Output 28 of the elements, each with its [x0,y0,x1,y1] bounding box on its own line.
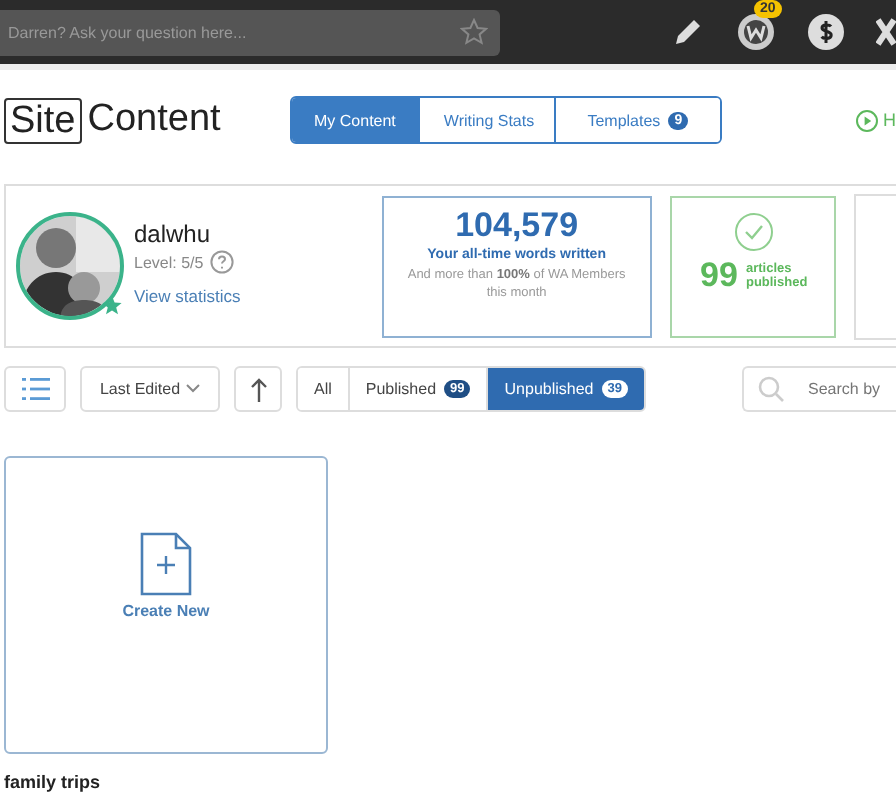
logo-text: Site [4,97,82,143]
dollar-icon[interactable] [808,14,844,50]
document-plus-icon [140,532,192,596]
w-logo-icon[interactable] [736,12,776,52]
caret-icon [186,384,201,394]
list-view-button[interactable] [4,366,66,412]
list-icon [21,378,49,400]
statistics-link[interactable]: View statistics [134,286,241,306]
play-icon [855,109,877,131]
sort-dropdown[interactable]: Last Edited [80,366,220,412]
create-new-card[interactable]: Create New [4,456,328,754]
search-field[interactable]: Darren? Ask your question here... [0,9,500,55]
close-icon[interactable] [876,14,896,50]
logo-text: Content [87,98,221,142]
star-icon [102,296,122,316]
check-icon [733,211,774,251]
star-icon[interactable] [460,17,488,45]
tab[interactable]: My Content [292,98,418,142]
search-field[interactable]: Search by [742,366,896,412]
section-title: family trips [4,772,103,792]
words-count: 104,579 [453,205,581,245]
help-icon[interactable] [209,250,234,274]
sort-direction-button[interactable] [234,366,282,412]
arrow-up-icon [249,377,267,401]
pencil-icon[interactable] [672,16,704,48]
level-text: Level: 5/5 [134,253,204,271]
articles-count: 99 [700,255,738,295]
username: dalwhu [134,220,213,248]
